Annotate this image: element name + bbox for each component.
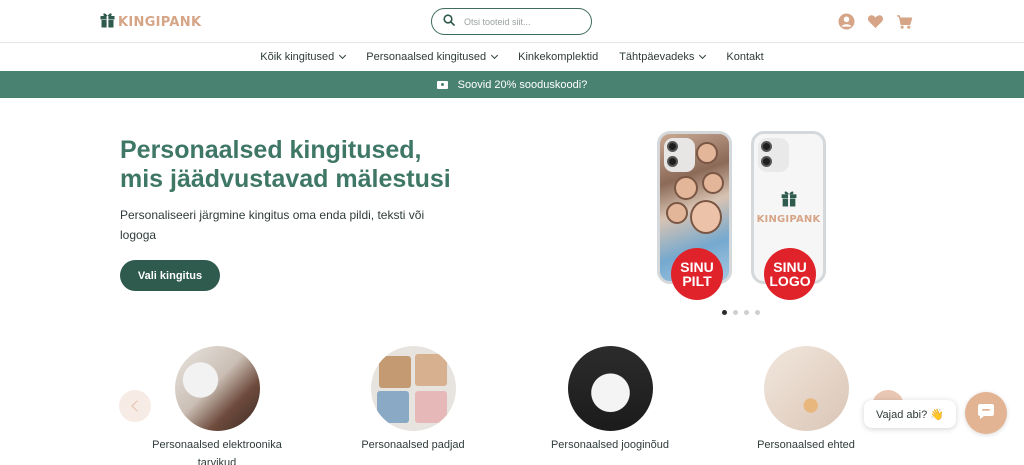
- camera-lens: [761, 156, 772, 167]
- pillow-tile: [376, 391, 409, 423]
- slider-dots: [722, 310, 760, 315]
- category-electronics[interactable]: Personaalsed elektroonika tarvikud: [132, 346, 302, 465]
- nav-item-personal-gifts[interactable]: Personaalsed kingitused: [366, 51, 499, 63]
- hero-title: Personaalsed kingitused, mis jäädvustava…: [120, 136, 480, 194]
- nav-item-gift-sets[interactable]: Kinkekomplektid: [518, 51, 598, 63]
- gift-logo-icon: [100, 11, 115, 33]
- category-label: Personaalsed elektroonika tarvikud: [152, 439, 282, 465]
- category-label: Personaalsed jooginõud: [550, 439, 670, 451]
- photo-face: [690, 200, 722, 234]
- photo-face: [702, 172, 724, 194]
- category-image: [174, 346, 260, 431]
- ticket-icon: [436, 80, 448, 89]
- your-logo-badge: SINU LOGO: [764, 248, 816, 300]
- phone-logo-text: KINGIPANK: [756, 214, 821, 225]
- slider-dot[interactable]: [744, 310, 749, 315]
- slider-dot[interactable]: [733, 310, 738, 315]
- gift-logo-icon: [781, 189, 797, 212]
- nav-label: Kontakt: [726, 51, 764, 63]
- category-label: Personaalsed padjad: [361, 439, 465, 451]
- cart-icon[interactable]: [896, 13, 913, 30]
- chat-help-text: Vajad abi? 👋: [876, 408, 944, 421]
- site-header: KINGIPANK: [0, 0, 1024, 43]
- nav-label: Kõik kingitused: [260, 51, 335, 63]
- nav-label: Tähtpäevadeks: [619, 51, 695, 63]
- category-image: [370, 346, 456, 431]
- chevron-down-icon: [491, 51, 499, 60]
- header-actions: [838, 13, 913, 30]
- photo-face: [696, 142, 718, 164]
- main-nav: Kõik kingitused Personaalsed kingitused …: [0, 44, 1024, 70]
- camera-lens: [667, 156, 678, 167]
- photo-face: [674, 176, 698, 200]
- camera-block: [758, 138, 789, 172]
- slider-dot[interactable]: [755, 310, 760, 315]
- phone-logo: KINGIPANK: [754, 189, 823, 225]
- nav-label: Kinkekomplektid: [518, 51, 599, 63]
- promo-bar[interactable]: Soovid 20% sooduskoodi?: [0, 71, 1024, 98]
- badge-line: PILT: [682, 273, 712, 289]
- logo-text: KINGIPANK: [118, 14, 202, 30]
- category-drinkware[interactable]: Personaalsed jooginõud: [525, 346, 695, 454]
- category-pillows[interactable]: Personaalsed padjad: [328, 346, 498, 454]
- chevron-down-icon: [699, 51, 707, 60]
- search-input[interactable]: [464, 16, 574, 27]
- nav-item-occasions[interactable]: Tähtpäevadeks: [619, 51, 707, 63]
- category-image: [763, 346, 849, 431]
- search-icon[interactable]: [443, 13, 455, 31]
- pillow-tile: [378, 356, 411, 388]
- logo[interactable]: KINGIPANK: [100, 11, 201, 33]
- heart-icon[interactable]: [867, 13, 884, 30]
- camera-block: [664, 138, 695, 172]
- nav-item-all-gifts[interactable]: Kõik kingitused: [260, 51, 347, 63]
- category-image: [567, 346, 653, 431]
- category-jewelry[interactable]: Personaalsed ehted: [721, 346, 891, 454]
- hero-title-line: mis jäädvustavad mälestusi: [120, 165, 451, 193]
- category-label: Personaalsed ehted: [757, 439, 855, 451]
- badge-line: LOGO: [769, 273, 811, 289]
- nav-label: Personaalsed kingitused: [366, 51, 487, 63]
- account-icon[interactable]: [838, 13, 855, 30]
- camera-lens: [667, 141, 678, 152]
- pillow-tile: [414, 391, 447, 423]
- chat-help-bubble[interactable]: Vajad abi? 👋: [864, 400, 956, 428]
- search-box[interactable]: [431, 8, 592, 35]
- badge-line: SINU: [773, 259, 807, 275]
- chat-launcher-button[interactable]: [965, 392, 1007, 434]
- hero-subtitle: Personaliseeri järgmine kingitus oma end…: [120, 208, 425, 242]
- nav-item-contact[interactable]: Kontakt: [726, 51, 763, 63]
- camera-lens: [761, 141, 772, 152]
- chat-icon: [977, 402, 995, 425]
- promo-text: Soovid 20% sooduskoodi?: [457, 78, 588, 91]
- your-photo-badge: SINU PILT: [671, 248, 723, 300]
- choose-gift-button[interactable]: Vali kingitus: [120, 260, 220, 291]
- chevron-down-icon: [339, 51, 347, 60]
- pillow-tile: [414, 354, 447, 386]
- photo-face: [666, 202, 688, 224]
- badge-line: SINU: [680, 259, 714, 275]
- slider-dot[interactable]: [722, 310, 727, 315]
- hero-title-line: Personaalsed kingitused,: [120, 136, 422, 164]
